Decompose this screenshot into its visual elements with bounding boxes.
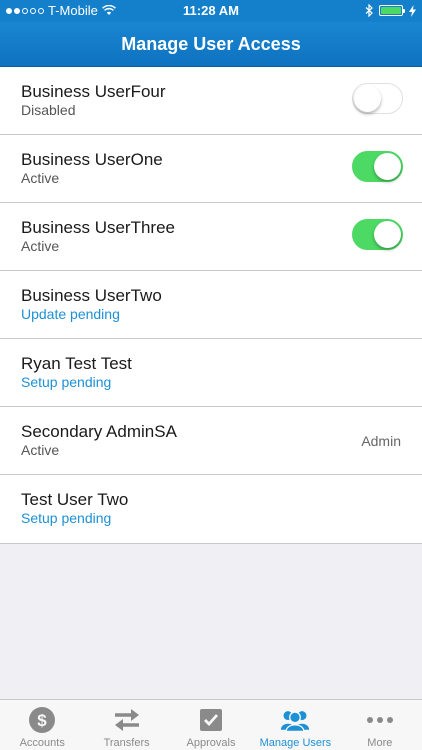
user-status: Disabled bbox=[21, 102, 76, 118]
user-row[interactable]: Test User Two Setup pending bbox=[0, 475, 422, 543]
user-role-label: Admin bbox=[361, 433, 401, 449]
user-status: Setup pending bbox=[21, 374, 112, 390]
tab-label: Approvals bbox=[186, 737, 236, 749]
toggle-knob bbox=[374, 220, 401, 248]
user-status: Setup pending bbox=[21, 510, 112, 526]
transfer-arrows-icon bbox=[112, 706, 142, 734]
battery-level bbox=[381, 7, 401, 14]
svg-text:$: $ bbox=[37, 711, 47, 730]
user-status: Active bbox=[21, 442, 60, 458]
user-name: Ryan Test Test bbox=[21, 354, 132, 373]
toggle-knob bbox=[353, 84, 381, 112]
user-name: Business UserTwo bbox=[21, 286, 162, 305]
tab-bar: $ Accounts Transfers Approvals Manage Us… bbox=[0, 699, 422, 750]
tab-transfers[interactable]: Transfers bbox=[84, 700, 168, 750]
user-name: Business UserOne bbox=[21, 150, 163, 169]
user-row[interactable]: Ryan Test Test Setup pending bbox=[0, 339, 422, 407]
access-toggle[interactable] bbox=[352, 219, 403, 250]
more-dots-icon bbox=[365, 706, 395, 734]
tab-more[interactable]: More bbox=[338, 700, 422, 750]
clock: 11:28 AM bbox=[183, 3, 239, 18]
user-row[interactable]: Business UserFour Disabled bbox=[0, 67, 422, 135]
user-status: Update pending bbox=[21, 306, 120, 322]
user-status: Active bbox=[21, 238, 60, 254]
user-list: Business UserFour Disabled Business User… bbox=[0, 67, 422, 544]
user-name: Secondary AdminSA bbox=[21, 422, 177, 441]
user-row[interactable]: Business UserThree Active bbox=[0, 203, 422, 271]
charging-bolt-icon bbox=[409, 4, 416, 17]
tab-label: Transfers bbox=[103, 737, 150, 749]
user-row[interactable]: Business UserTwo Update pending bbox=[0, 271, 422, 339]
user-name: Business UserThree bbox=[21, 218, 176, 237]
battery-icon bbox=[379, 5, 405, 16]
page-title: Manage User Access bbox=[121, 34, 301, 54]
bluetooth-icon bbox=[365, 4, 373, 17]
access-toggle[interactable] bbox=[352, 151, 403, 182]
dollar-icon: $ bbox=[27, 706, 57, 734]
checkbox-icon bbox=[196, 706, 226, 734]
toggle-knob bbox=[374, 152, 401, 180]
status-bar: T-Mobile 11:28 AM bbox=[0, 0, 422, 22]
user-name: Business UserFour bbox=[21, 82, 166, 101]
status-right bbox=[365, 4, 416, 17]
tab-label: Manage Users bbox=[259, 737, 332, 749]
user-name: Test User Two bbox=[21, 490, 129, 509]
user-row[interactable]: Secondary AdminSA Active Admin bbox=[0, 407, 422, 475]
user-row[interactable]: Business UserOne Active bbox=[0, 135, 422, 203]
tab-label: Accounts bbox=[19, 737, 65, 749]
nav-bar: Manage User Access bbox=[0, 22, 422, 67]
tab-manage-users[interactable]: Manage Users bbox=[253, 700, 337, 750]
access-toggle[interactable] bbox=[352, 83, 403, 114]
tab-approvals[interactable]: Approvals bbox=[169, 700, 253, 750]
users-icon bbox=[280, 706, 310, 734]
user-status: Active bbox=[21, 170, 60, 186]
tab-label: More bbox=[367, 737, 393, 749]
tab-accounts[interactable]: $ Accounts bbox=[0, 700, 84, 750]
